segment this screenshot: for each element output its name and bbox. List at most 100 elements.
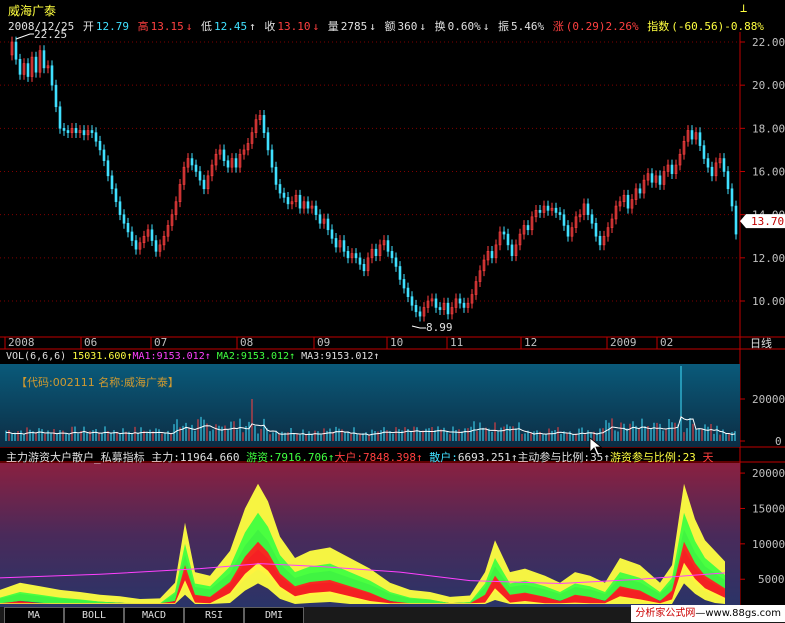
ratio-label: 主动参与比例: [517, 451, 591, 464]
candle-body [234, 158, 238, 168]
candle-body [390, 251, 394, 259]
candle-body [154, 240, 158, 252]
candle-body [502, 231, 506, 235]
candle-body [586, 203, 590, 215]
min-price-leader [411, 325, 426, 329]
current-price-label: 13.70 [751, 215, 784, 228]
ratio-value: 35 [590, 451, 604, 464]
price-tick-label: 16.00 [752, 166, 785, 179]
price-tick-label: 12.00 [752, 252, 785, 265]
candle-body [406, 287, 410, 297]
candle-body [318, 214, 322, 224]
ma3-label: MA3: [301, 351, 326, 362]
period-label: 日线 [750, 336, 772, 350]
hot-value: 7916.706 [274, 451, 328, 464]
tab-ma[interactable]: MA [4, 607, 64, 623]
indicator-tick-label: 15000 [752, 502, 785, 515]
candle-body [286, 197, 290, 205]
main-value: 11964.660 [179, 451, 240, 464]
tab-macd[interactable]: MACD [124, 607, 184, 623]
candle-body [726, 171, 730, 190]
candle-body [722, 158, 726, 172]
candle-body [506, 233, 510, 246]
candle-body [226, 160, 230, 168]
x-tick-label: 09 [317, 336, 330, 349]
candle-body [110, 175, 114, 190]
x-tick-label: 2008 [8, 336, 35, 349]
candle-body [222, 149, 226, 162]
vol-label: VOL(6,6,6) [6, 351, 67, 362]
candle-body [434, 298, 438, 308]
candle-body [50, 65, 54, 86]
indicator-trail-text: 天 [702, 451, 714, 464]
candle-body [398, 266, 402, 280]
candle-body [594, 223, 598, 237]
x-tick-label: 12 [524, 336, 537, 349]
x-tick-label: 2009 [610, 336, 637, 349]
candle-body [94, 132, 98, 142]
candle-body [122, 214, 126, 224]
candle-body [710, 166, 714, 177]
candle-body [554, 207, 558, 213]
hot-ratio-value: 23 [682, 451, 696, 464]
volume-tick-label: 20000 [752, 393, 785, 406]
candle-body [590, 214, 594, 224]
price-tick-label: 10.00 [752, 295, 785, 308]
candle-body [510, 244, 514, 256]
big-label: 大户: [334, 451, 363, 464]
candle-body [98, 140, 102, 151]
tab-dmi[interactable]: DMI [244, 607, 304, 623]
candle-body [306, 201, 310, 209]
candle-body [194, 164, 198, 172]
x-tick-label: 07 [154, 336, 167, 349]
candle-body [202, 179, 206, 190]
candle-body [730, 188, 734, 207]
indicator-tick-label: 20000 [752, 467, 785, 480]
retail-label: 散户: [429, 451, 458, 464]
candle-body [190, 158, 194, 166]
candle-body [418, 311, 422, 317]
candle-body [650, 173, 654, 183]
candle-body [538, 210, 542, 213]
candle-body [334, 238, 338, 248]
candle-body [690, 130, 694, 140]
candle-body [126, 223, 130, 233]
candle-body [386, 240, 390, 252]
min-price-label: 8.99 [426, 321, 453, 334]
candle-body [358, 257, 362, 265]
candle-body [402, 279, 406, 289]
candle-body [702, 145, 706, 159]
hot-label: 游资: [246, 451, 275, 464]
site-watermark: 分析家公式网—www.88gs.com [631, 605, 785, 622]
candle-body [58, 106, 62, 129]
stock-code-label: 【代码:002111 名称:威海广泰】 [16, 376, 179, 389]
watermark-site: 分析家公式网 [635, 608, 696, 619]
candle-body [90, 130, 94, 133]
candle-body [314, 205, 318, 215]
ma1-value: 9153.012 [156, 351, 205, 362]
candle-body [458, 298, 462, 304]
tab-rsi[interactable]: RSI [184, 607, 244, 623]
candle-body [262, 115, 266, 133]
candle-body [326, 218, 330, 231]
candle-body [42, 50, 46, 69]
candle-body [26, 63, 30, 77]
big-value: 7848.398 [362, 451, 416, 464]
candle-body [342, 240, 346, 252]
tab-boll[interactable]: BOLL [64, 607, 124, 623]
chart-canvas: 22.258.99 22.0020.0018.0016.0014.0012.00… [0, 28, 785, 607]
candle-body [106, 160, 110, 177]
x-tick-label: 06 [84, 336, 97, 349]
candle-body [670, 164, 674, 174]
vol-value: 15031.600 [72, 351, 127, 362]
candle-body [14, 41, 18, 60]
candle-body [566, 225, 570, 237]
candle-body [62, 128, 66, 131]
retail-value: 6693.251 [457, 451, 511, 464]
candle-body [102, 149, 106, 162]
price-tick-label: 22.00 [752, 36, 785, 49]
x-tick-label: 08 [240, 336, 253, 349]
candle-body [638, 188, 642, 194]
candle-body [698, 132, 702, 146]
candle-body [198, 171, 202, 181]
